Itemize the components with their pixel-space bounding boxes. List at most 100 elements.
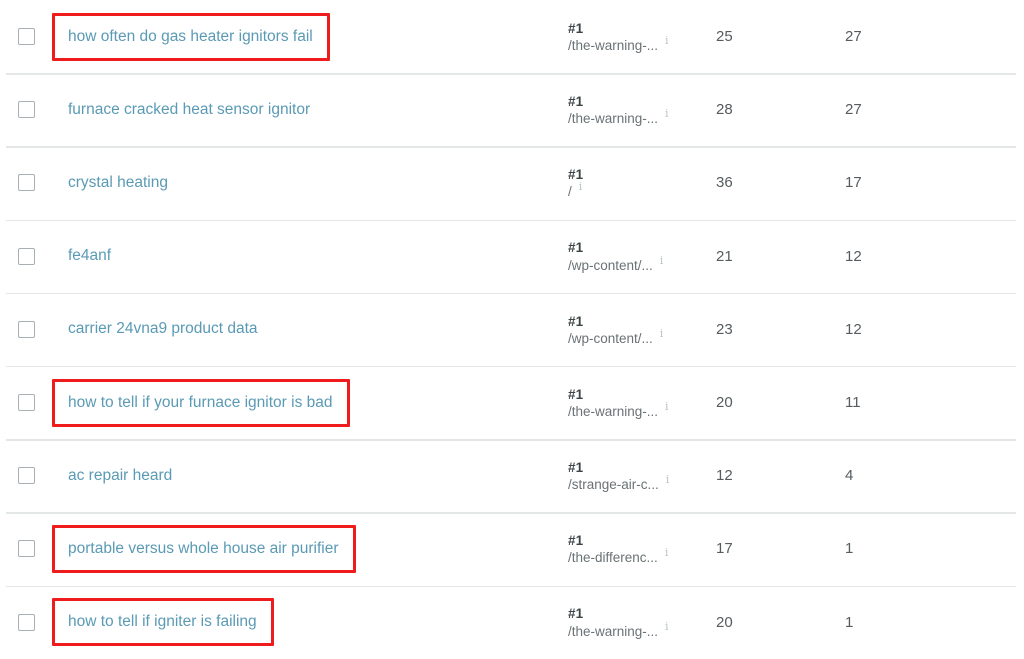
keyword-link[interactable]: furnace cracked heat sensor ignitor	[68, 101, 310, 118]
rank-url-line: /wp-content/... i	[568, 255, 664, 274]
keyword-link[interactable]: how often do gas heater ignitors fail	[68, 28, 313, 45]
rank-position: #1	[568, 20, 584, 36]
row-select-cell	[0, 28, 52, 46]
row-checkbox[interactable]	[17, 320, 35, 338]
metric-b-value: 1	[845, 613, 854, 631]
keyword-highlight-box: how often do gas heater ignitors fail	[52, 12, 330, 61]
metric-a-value: 20	[716, 394, 733, 412]
keyword-link[interactable]: fe4anf	[68, 247, 111, 264]
keyword-cell: crystal heating	[52, 146, 568, 219]
row-checkbox[interactable]	[17, 101, 35, 119]
rank-url-cell: #1/the-warning-... i	[568, 19, 716, 55]
keyword-link[interactable]: how to tell if your furnace ignitor is b…	[68, 394, 333, 411]
keyword-wrapper: ac repair heard	[52, 452, 189, 500]
row-checkbox[interactable]	[17, 174, 35, 192]
keyword-link[interactable]: crystal heating	[68, 174, 168, 191]
table-row: ac repair heard #1/strange-air-c... i 12 4	[0, 439, 1024, 512]
metric-a-value: 36	[716, 174, 733, 192]
metric-a-value: 25	[716, 28, 733, 46]
table-row: how often do gas heater ignitors fail #1/…	[0, 0, 1024, 73]
ranking-url[interactable]: /the-warning-...	[568, 110, 658, 127]
table-row: crystal heating #1/i 36 17	[0, 146, 1024, 219]
keyword-cell: portable versus whole house air purifier	[52, 512, 568, 585]
row-checkbox[interactable]	[17, 467, 35, 485]
metric-a-value: 17	[716, 540, 733, 558]
info-icon[interactable]: i	[665, 621, 669, 632]
ranking-url[interactable]: /the-warning-...	[568, 623, 658, 640]
keyword-link[interactable]: carrier 24vna9 product data	[68, 320, 258, 337]
row-select-cell	[0, 320, 52, 338]
ranking-url[interactable]: /strange-air-c...	[568, 476, 659, 493]
row-select-cell	[0, 540, 52, 558]
rank-url-cell: #1/the-warning-... i	[568, 385, 716, 421]
table-row: furnace cracked heat sensor ignitor #1/th…	[0, 73, 1024, 146]
rank-url-cell: #1/the-warning-... i	[568, 604, 716, 640]
ranking-url[interactable]: /wp-content/...	[568, 330, 653, 347]
rank-url-line: / i	[568, 181, 583, 200]
metric-a-value: 12	[716, 467, 733, 485]
keyword-link[interactable]: ac repair heard	[68, 467, 172, 484]
rank-url-line: /wp-content/... i	[568, 328, 664, 347]
rank-url-line: /the-warning-... i	[568, 108, 669, 127]
row-select-cell	[0, 394, 52, 412]
keyword-highlight-box: how to tell if your furnace ignitor is b…	[52, 378, 350, 427]
row-checkbox[interactable]	[17, 28, 35, 46]
row-select-cell	[0, 247, 52, 265]
ranking-url[interactable]: /wp-content/...	[568, 257, 653, 274]
rank-url-line: /the-warning-... i	[568, 35, 669, 54]
rank-url-cell: #1/i	[568, 165, 716, 201]
keyword-wrapper: crystal heating	[52, 159, 185, 207]
keyword-link[interactable]: how to tell if igniter is failing	[68, 613, 257, 630]
row-checkbox[interactable]	[17, 540, 35, 558]
info-icon[interactable]: i	[665, 35, 669, 46]
keyword-cell: how often do gas heater ignitors fail	[52, 0, 568, 73]
rank-position: #1	[568, 533, 584, 549]
rank-position: #1	[568, 606, 584, 622]
keyword-link[interactable]: portable versus whole house air purifier	[68, 540, 339, 557]
metric-b-value: 12	[845, 247, 862, 265]
ranking-url[interactable]: /the-warning-...	[568, 37, 658, 54]
keyword-cell: how to tell if your furnace ignitor is b…	[52, 366, 568, 439]
metric-a-value: 23	[716, 320, 733, 338]
metric-b-value: 27	[845, 28, 862, 46]
info-icon[interactable]: i	[660, 328, 664, 339]
metric-a-value: 20	[716, 613, 733, 631]
row-select-cell	[0, 467, 52, 485]
rank-position: #1	[568, 240, 584, 256]
row-checkbox[interactable]	[17, 247, 35, 265]
rank-url-line: /strange-air-c... i	[568, 474, 670, 493]
rank-url-cell: #1/wp-content/... i	[568, 238, 716, 274]
info-icon[interactable]: i	[665, 401, 669, 412]
keyword-highlight-box: how to tell if igniter is failing	[52, 598, 274, 647]
ranking-url[interactable]: /the-differenc...	[568, 549, 658, 566]
table-row: fe4anf #1/wp-content/... i 21 12	[0, 219, 1024, 293]
info-icon[interactable]: i	[665, 108, 669, 119]
info-icon[interactable]: i	[666, 474, 670, 485]
row-select-cell	[0, 613, 52, 631]
table-row: how to tell if your furnace ignitor is b…	[0, 365, 1024, 439]
table-row: portable versus whole house air purifier…	[0, 512, 1024, 585]
rank-position: #1	[568, 94, 584, 110]
rank-url-line: /the-warning-... i	[568, 621, 669, 640]
keyword-cell: furnace cracked heat sensor ignitor	[52, 73, 568, 146]
keyword-wrapper: fe4anf	[52, 232, 128, 280]
ranking-url[interactable]: /the-warning-...	[568, 403, 658, 420]
info-icon[interactable]: i	[660, 255, 664, 266]
rank-url-cell: #1/wp-content/... i	[568, 312, 716, 348]
ranking-url[interactable]: /	[568, 183, 572, 200]
metric-a-value: 28	[716, 101, 733, 119]
info-icon[interactable]: i	[665, 547, 669, 558]
keyword-highlight-box: portable versus whole house air purifier	[52, 524, 356, 573]
info-icon[interactable]: i	[579, 181, 583, 192]
row-select-cell	[0, 101, 52, 119]
row-checkbox[interactable]	[17, 613, 35, 631]
rank-url-line: /the-warning-... i	[568, 401, 669, 420]
table-row: carrier 24vna9 product data #1/wp-content…	[0, 292, 1024, 366]
row-checkbox[interactable]	[17, 394, 35, 412]
metric-b-value: 4	[845, 467, 854, 485]
metric-b-value: 17	[845, 174, 862, 192]
metric-a-value: 21	[716, 247, 733, 265]
metric-b-value: 12	[845, 320, 862, 338]
row-select-cell	[0, 174, 52, 192]
rank-url-cell: #1/strange-air-c... i	[568, 458, 716, 494]
